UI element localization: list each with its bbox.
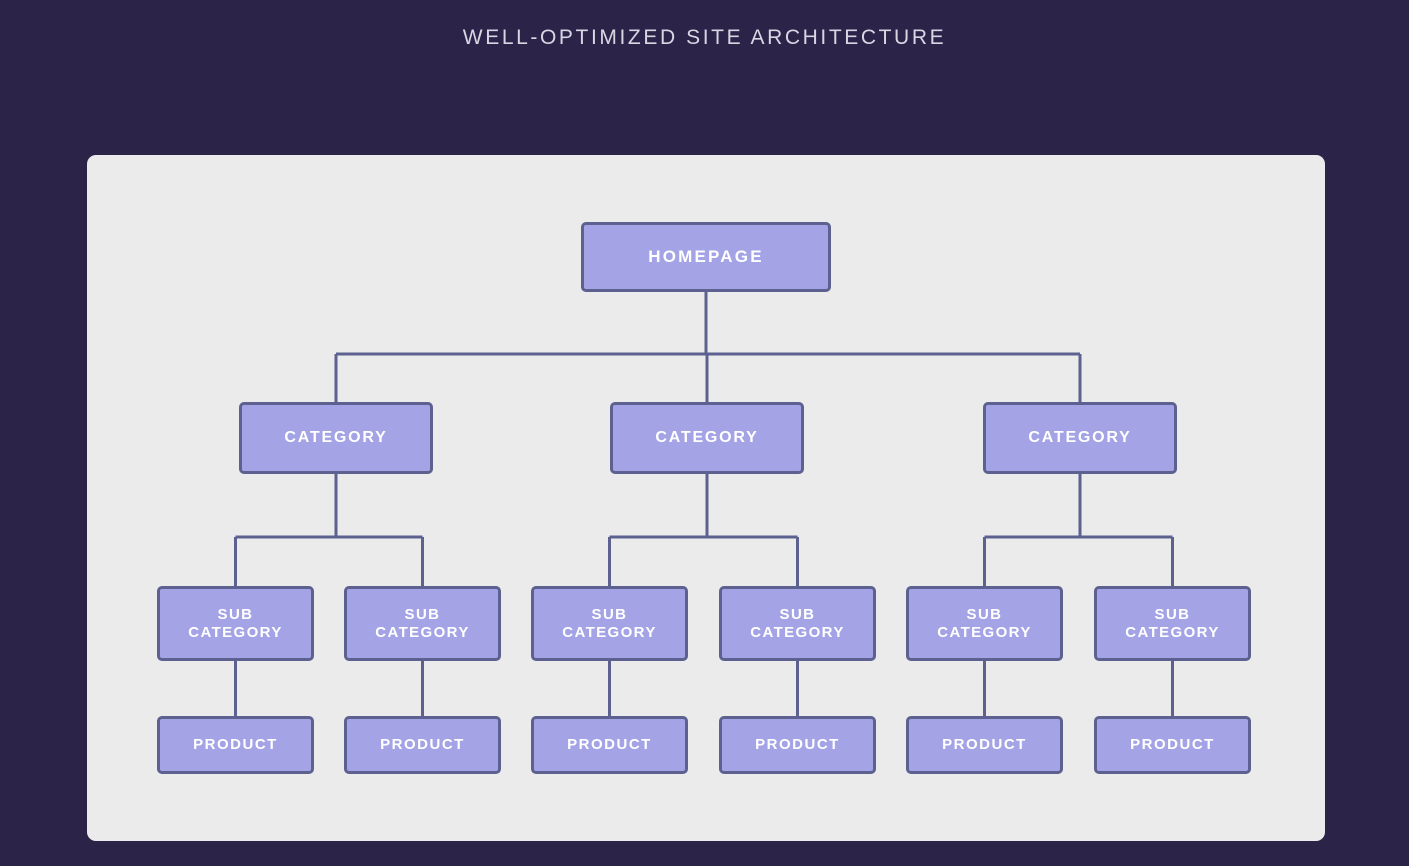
- node-label-line1: SUB: [217, 605, 254, 623]
- node-label-line2: CATEGORY: [1125, 623, 1220, 641]
- node-label: PRODUCT: [380, 736, 465, 754]
- node-label-line1: SUB: [966, 605, 1003, 623]
- node-label-line1: SUB: [1154, 605, 1191, 623]
- node-label: CATEGORY: [1028, 428, 1132, 446]
- node-product-prod6[interactable]: PRODUCT: [1094, 716, 1251, 774]
- node-label: PRODUCT: [942, 736, 1027, 754]
- node-product-prod5[interactable]: PRODUCT: [906, 716, 1063, 774]
- node-sub-category-sub5[interactable]: SUB CATEGORY: [906, 586, 1063, 661]
- node-label: SUB CATEGORY: [188, 606, 283, 641]
- node-label: PRODUCT: [193, 736, 278, 754]
- node-label-line2: CATEGORY: [188, 623, 283, 641]
- node-label-line1: SUB: [404, 605, 441, 623]
- node-category-cat2[interactable]: CATEGORY: [610, 402, 804, 474]
- node-product-prod3[interactable]: PRODUCT: [531, 716, 688, 774]
- node-label-line1: SUB: [779, 605, 816, 623]
- node-product-prod4[interactable]: PRODUCT: [719, 716, 876, 774]
- node-label: CATEGORY: [284, 428, 388, 446]
- node-label: PRODUCT: [755, 736, 840, 754]
- node-label: SUB CATEGORY: [937, 606, 1032, 641]
- node-label: SUB CATEGORY: [375, 606, 470, 641]
- node-sub-category-sub4[interactable]: SUB CATEGORY: [719, 586, 876, 661]
- node-category-cat1[interactable]: CATEGORY: [239, 402, 433, 474]
- node-category-cat3[interactable]: CATEGORY: [983, 402, 1177, 474]
- node-label: HOMEPAGE: [648, 246, 764, 266]
- node-product-prod1[interactable]: PRODUCT: [157, 716, 314, 774]
- node-sub-category-sub1[interactable]: SUB CATEGORY: [157, 586, 314, 661]
- node-homepage-homepage[interactable]: HOMEPAGE: [581, 222, 831, 292]
- node-sub-category-sub6[interactable]: SUB CATEGORY: [1094, 586, 1251, 661]
- node-sub-category-sub2[interactable]: SUB CATEGORY: [344, 586, 501, 661]
- node-label-line2: CATEGORY: [562, 623, 657, 641]
- node-label-line2: CATEGORY: [375, 623, 470, 641]
- node-label: PRODUCT: [1130, 736, 1215, 754]
- node-label-line2: CATEGORY: [750, 623, 845, 641]
- diagram-panel: HOMEPAGE CATEGORY CATEGORY CATEGORY SUB CATEG…: [87, 155, 1325, 841]
- node-label: CATEGORY: [655, 428, 759, 446]
- node-label-line2: CATEGORY: [937, 623, 1032, 641]
- page-title: WELL-OPTIMIZED SITE ARCHITECTURE: [462, 26, 947, 49]
- node-label-line1: SUB: [591, 605, 628, 623]
- node-label: PRODUCT: [567, 736, 652, 754]
- diagram-canvas: WELL-OPTIMIZED SITE ARCHITECTURE HOMEPAG…: [0, 0, 1409, 866]
- node-label: SUB CATEGORY: [562, 606, 657, 641]
- node-label: SUB CATEGORY: [1125, 606, 1220, 641]
- node-label: SUB CATEGORY: [750, 606, 845, 641]
- node-sub-category-sub3[interactable]: SUB CATEGORY: [531, 586, 688, 661]
- node-product-prod2[interactable]: PRODUCT: [344, 716, 501, 774]
